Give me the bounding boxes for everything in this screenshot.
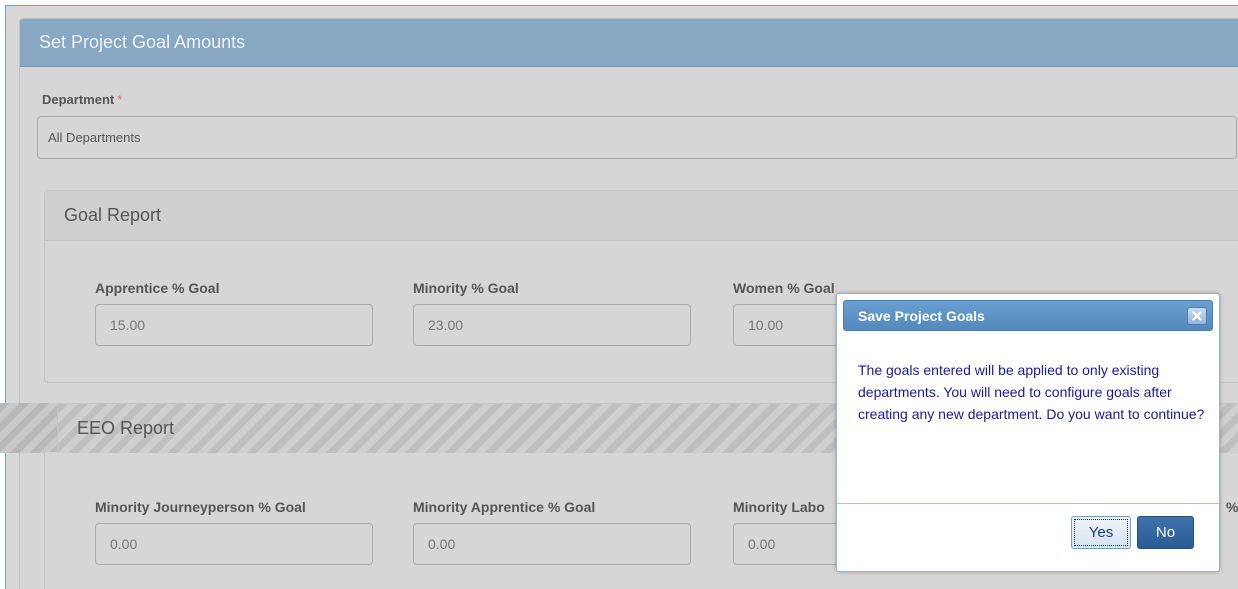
panel-title: Set Project Goal Amounts xyxy=(39,32,246,52)
apprentice-goal-value: 15.00 xyxy=(110,317,146,333)
minority-goal-label: Minority % Goal xyxy=(413,280,519,296)
department-label-text: Department xyxy=(42,92,115,107)
panel-header: Set Project Goal Amounts xyxy=(20,19,1238,67)
minority-journeyperson-goal-input[interactable]: 0.00 xyxy=(95,523,373,565)
close-icon[interactable] xyxy=(1187,307,1207,325)
minority-journeyperson-goal-label: Minority Journeyperson % Goal xyxy=(95,499,306,515)
dialog-titlebar[interactable]: Save Project Goals xyxy=(843,300,1213,331)
minority-apprentice-goal-value: 0.00 xyxy=(428,536,456,552)
minority-goal-input[interactable]: 23.00 xyxy=(413,304,691,346)
dialog-divider xyxy=(837,503,1219,504)
dialog-message: The goals entered will be applied to onl… xyxy=(858,362,1205,422)
minority-laborer-goal-value: 0.00 xyxy=(748,536,776,552)
department-select-value: All Departments xyxy=(48,130,141,145)
dialog-title: Save Project Goals xyxy=(858,307,985,324)
no-button[interactable]: No xyxy=(1137,516,1194,549)
women-goal-value: 10.00 xyxy=(748,317,784,333)
goal-report-heading-text: Goal Report xyxy=(64,205,162,225)
minority-laborer-goal-label: Minority Labo xyxy=(733,499,825,515)
close-x-glyph xyxy=(1192,311,1202,321)
save-project-goals-dialog: Save Project Goals The goals entered wil… xyxy=(836,293,1220,572)
department-label: Department * xyxy=(42,92,122,107)
truncated-goal-label: % xyxy=(1226,499,1238,515)
goal-report-heading: Goal Report xyxy=(45,191,1238,241)
minority-apprentice-goal-input[interactable]: 0.00 xyxy=(413,523,691,565)
minority-journeyperson-goal-value: 0.00 xyxy=(110,536,138,552)
department-select[interactable]: All Departments xyxy=(37,116,1237,159)
apprentice-goal-label: Apprentice % Goal xyxy=(95,280,220,296)
women-goal-label: Women % Goal xyxy=(733,280,835,296)
minority-goal-value: 23.00 xyxy=(428,317,464,333)
minority-apprentice-goal-label: Minority Apprentice % Goal xyxy=(413,499,596,515)
required-asterisk: * xyxy=(117,92,123,107)
eeo-report-heading-text: EEO Report xyxy=(77,418,175,438)
apprentice-goal-input[interactable]: 15.00 xyxy=(95,304,373,346)
yes-button[interactable]: Yes xyxy=(1071,516,1131,549)
